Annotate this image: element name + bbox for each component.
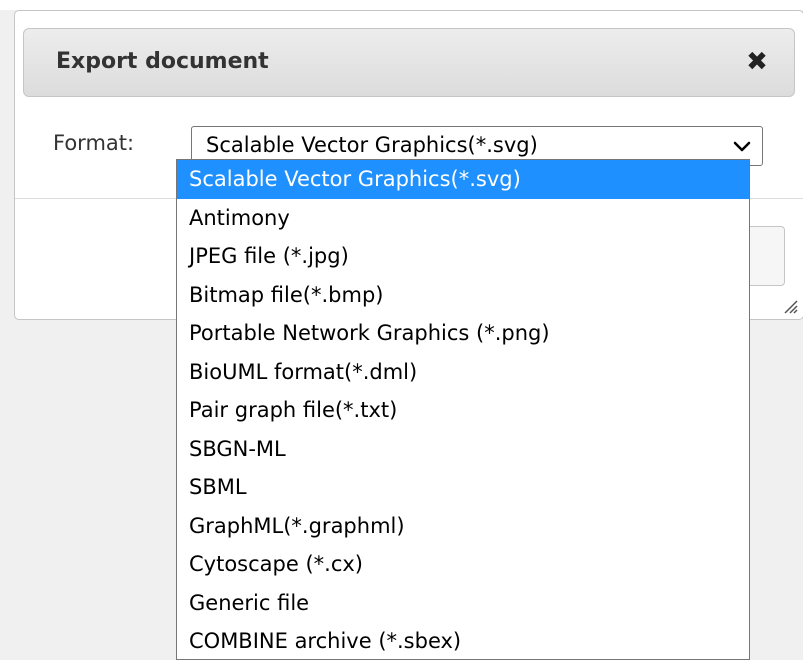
page-background: [0, 0, 803, 10]
format-option[interactable]: SBGN-ML: [177, 430, 749, 469]
format-option[interactable]: Bitmap file(*.bmp): [177, 276, 749, 315]
format-option[interactable]: Antimony: [177, 199, 749, 238]
format-select-value: Scalable Vector Graphics(*.svg): [206, 133, 538, 157]
dialog-title: Export document: [56, 49, 269, 74]
format-option[interactable]: BioUML format(*.dml): [177, 353, 749, 392]
format-option[interactable]: Scalable Vector Graphics(*.svg): [177, 160, 749, 199]
close-icon[interactable]: ✖: [742, 47, 772, 77]
format-option[interactable]: COMBINE archive (*.sbex): [177, 622, 749, 659]
resize-handle-icon[interactable]: [779, 295, 799, 315]
format-option[interactable]: Portable Network Graphics (*.png): [177, 314, 749, 353]
dialog-header: Export document ✖: [23, 28, 795, 97]
format-option[interactable]: Pair graph file(*.txt): [177, 391, 749, 430]
format-option[interactable]: JPEG file (*.jpg): [177, 237, 749, 276]
chevron-down-icon: [733, 141, 751, 152]
format-label: Format:: [53, 131, 135, 155]
format-option[interactable]: Generic file: [177, 584, 749, 623]
format-option[interactable]: Cytoscape (*.cx): [177, 545, 749, 584]
format-option[interactable]: SBML: [177, 468, 749, 507]
format-dropdown-list: Scalable Vector Graphics(*.svg) Antimony J…: [176, 159, 750, 660]
format-option[interactable]: GraphML(*.graphml): [177, 507, 749, 546]
